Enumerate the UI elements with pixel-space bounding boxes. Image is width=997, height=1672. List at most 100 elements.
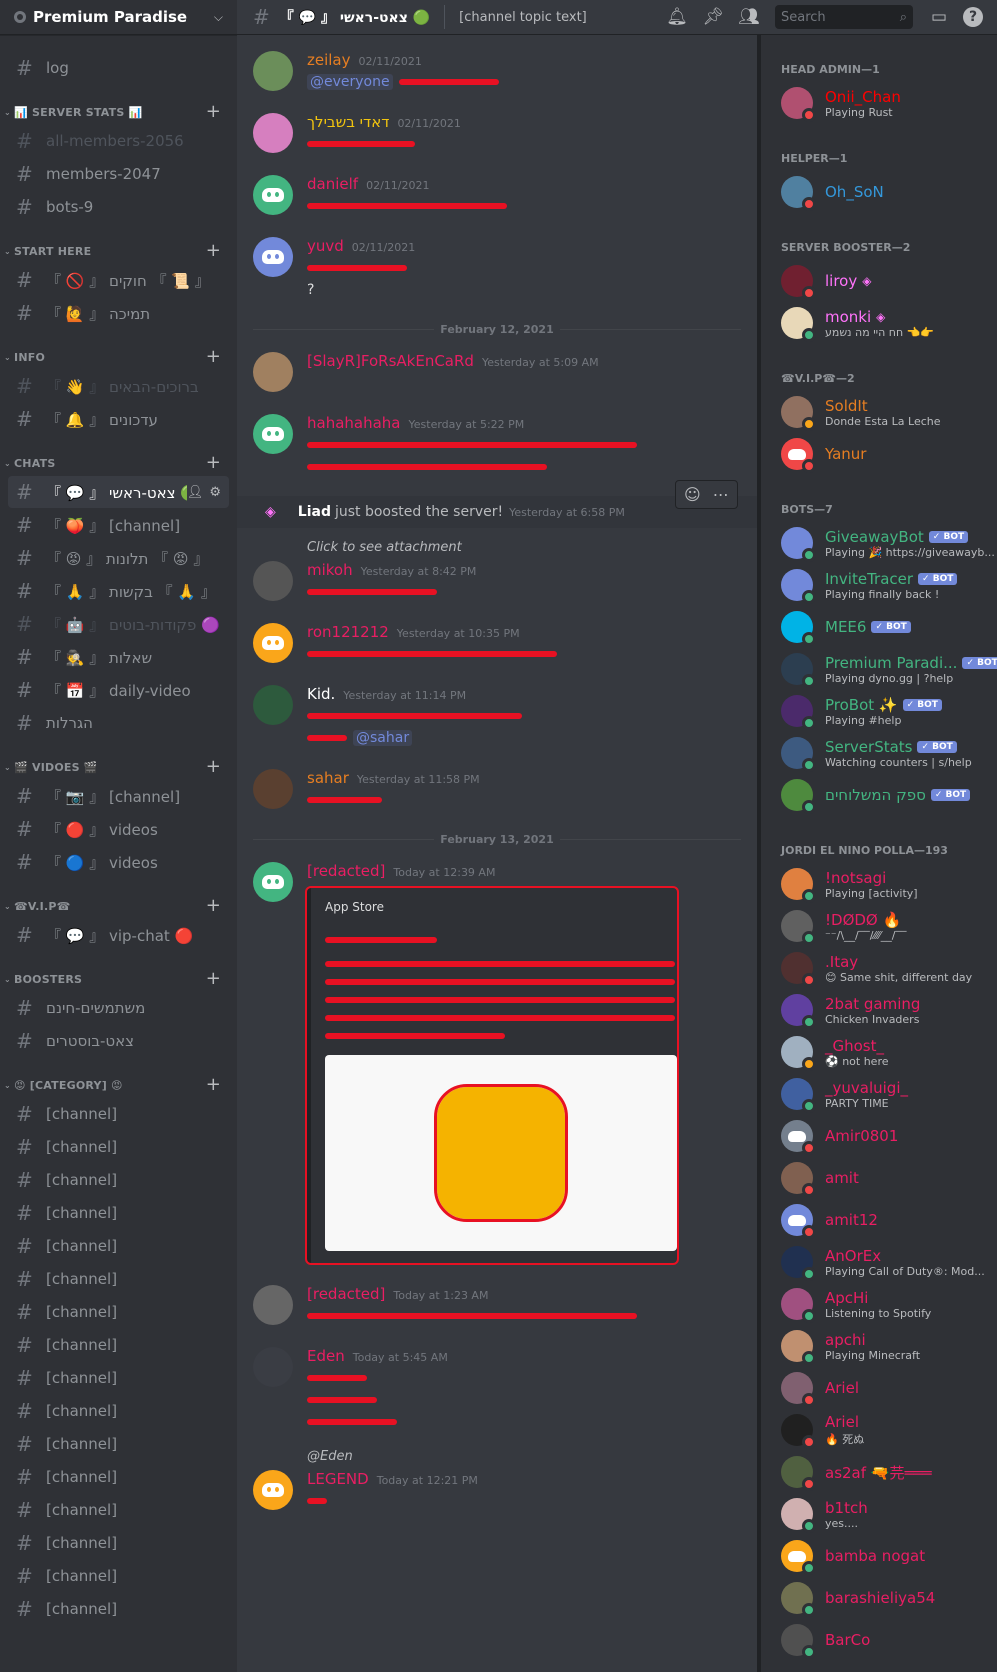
- member-item[interactable]: !notsagi Playing [activity]: [773, 863, 989, 905]
- member-avatar[interactable]: [781, 87, 816, 122]
- user-avatar[interactable]: [253, 862, 293, 902]
- member-item[interactable]: apchi Playing Minecraft: [773, 1325, 989, 1367]
- channel-item[interactable]: # 『 🤖 』 פקודות-בוטים 🟣: [8, 608, 229, 640]
- username[interactable]: דאדי בשבילך: [307, 113, 389, 131]
- channel-item[interactable]: # [channel]: [8, 1428, 229, 1460]
- member-item[interactable]: amit: [773, 1157, 989, 1199]
- chevron-down-icon[interactable]: ⌵: [214, 10, 223, 25]
- add-reaction-icon[interactable]: ☺︎: [684, 485, 701, 504]
- member-avatar[interactable]: [781, 1624, 816, 1659]
- channel-item[interactable]: # משתמשים-חינם: [8, 992, 229, 1024]
- user-avatar[interactable]: [253, 623, 293, 663]
- member-avatar[interactable]: [781, 1456, 816, 1491]
- member-avatar[interactable]: [781, 1162, 816, 1197]
- create-channel-icon[interactable]: +: [206, 897, 221, 915]
- member-avatar[interactable]: [781, 868, 816, 903]
- member-avatar[interactable]: [781, 1120, 816, 1155]
- member-avatar[interactable]: [781, 994, 816, 1029]
- member-item[interactable]: Premium Paradi... ✓ BOT Playing dyno.gg | …: [773, 648, 997, 690]
- member-item[interactable]: ApcHi Listening to Spotify: [773, 1283, 989, 1325]
- member-item[interactable]: b1tch yes....: [773, 1493, 989, 1535]
- member-item[interactable]: MEE6 ✓ BOT: [773, 606, 989, 648]
- create-channel-icon[interactable]: +: [206, 758, 221, 776]
- channel-category[interactable]: ⌄ 🎬 VIDOES 🎬 +: [0, 755, 237, 779]
- channel-category[interactable]: ⌄ 📊 SERVER STATS 📊 +: [0, 100, 237, 124]
- member-item[interactable]: ספק המשלוחים ✓ BOT: [773, 774, 989, 816]
- username[interactable]: [SlayR]FoRsAkEnCaRd: [307, 352, 474, 370]
- channel-item[interactable]: # [channel]: [8, 1362, 229, 1394]
- channel-item[interactable]: # 『 🕵️ 』 שאלות: [8, 641, 229, 673]
- channel-item[interactable]: # הגרלות: [8, 707, 229, 739]
- channel-item[interactable]: # [channel]: [8, 1131, 229, 1163]
- create-channel-icon[interactable]: +: [206, 1076, 221, 1094]
- user-avatar[interactable]: [253, 1285, 293, 1325]
- username[interactable]: [redacted]: [307, 1285, 385, 1303]
- channel-item[interactable]: # [channel]: [8, 1230, 229, 1262]
- username[interactable]: [redacted]: [307, 862, 385, 880]
- channel-item[interactable]: # 『 💬 』 צאט-ראשי 🟢👤︎ ⚙: [8, 476, 229, 508]
- channel-category[interactable]: ⌄ ☎V.I.P☎ +: [0, 894, 237, 918]
- member-item[interactable]: .Itay 😊 Same shit, different day: [773, 947, 989, 989]
- member-avatar[interactable]: [781, 910, 816, 945]
- pin-icon[interactable]: 📌︎: [701, 5, 725, 29]
- member-avatar[interactable]: [781, 1204, 816, 1239]
- member-item[interactable]: BarCo: [773, 1619, 989, 1661]
- channel-category[interactable]: ⌄ BOOSTERS +: [0, 967, 237, 991]
- username[interactable]: LEGEND: [307, 1470, 369, 1488]
- member-avatar[interactable]: [781, 1246, 816, 1281]
- channel-item[interactable]: # [channel]: [8, 1593, 229, 1625]
- embed-title[interactable]: [325, 928, 663, 947]
- channel-item[interactable]: # 『 🔵 』 videos: [8, 846, 229, 878]
- member-avatar[interactable]: [781, 779, 816, 814]
- channel-category[interactable]: ⌄ 😡 [category] 😡 +: [0, 1073, 237, 1097]
- member-list-icon[interactable]: 👥︎: [737, 5, 761, 29]
- username[interactable]: mikoh: [307, 561, 353, 579]
- guild-header[interactable]: Premium Paradise ⌵: [0, 0, 237, 35]
- scrollbar[interactable]: [757, 35, 765, 1672]
- member-item[interactable]: GiveawayBot ✓ BOT Playing 🎉 https://giveaw…: [773, 522, 995, 564]
- user-avatar[interactable]: [253, 237, 293, 277]
- member-item[interactable]: Yanur: [773, 433, 989, 475]
- member-item[interactable]: barashieliya54: [773, 1577, 989, 1619]
- member-item[interactable]: 2bat gaming Chicken Invaders: [773, 989, 989, 1031]
- channel-item[interactable]: # [channel]: [8, 1296, 229, 1328]
- channel-item[interactable]: # [channel]: [8, 1494, 229, 1526]
- channel-item[interactable]: # bots-9: [8, 191, 229, 223]
- reply-preview[interactable]: Click to see attachment: [307, 540, 757, 555]
- channel-item[interactable]: # 『 🚫 』 חוקים 『 📜 』: [8, 264, 229, 296]
- mention[interactable]: @everyone: [307, 74, 393, 90]
- channel-item[interactable]: # 『 🙋 』 תמיכה: [8, 297, 229, 329]
- member-avatar[interactable]: [781, 1414, 816, 1449]
- member-avatar[interactable]: [781, 1036, 816, 1071]
- member-avatar[interactable]: [781, 527, 816, 562]
- inbox-icon[interactable]: ▭: [927, 5, 951, 29]
- member-avatar[interactable]: [781, 695, 816, 730]
- username[interactable]: Eden: [307, 1347, 345, 1365]
- member-avatar[interactable]: [781, 265, 816, 300]
- username[interactable]: yuvd: [307, 237, 344, 255]
- channel-item[interactable]: # 『 🍑 』 [channel]: [8, 509, 229, 541]
- channel-item[interactable]: # log: [8, 52, 229, 84]
- reply-preview[interactable]: @Eden: [307, 1449, 757, 1464]
- member-avatar[interactable]: [781, 1330, 816, 1365]
- user-avatar[interactable]: [253, 352, 293, 392]
- member-item[interactable]: as2af 🔫芫═══: [773, 1451, 989, 1493]
- mention[interactable]: @sahar: [353, 730, 413, 746]
- embed-image[interactable]: [325, 1055, 677, 1251]
- member-avatar[interactable]: [781, 1372, 816, 1407]
- member-avatar[interactable]: [781, 1498, 816, 1533]
- member-item[interactable]: Oh_SoN: [773, 171, 989, 213]
- more-options-icon[interactable]: ⋯: [713, 485, 729, 504]
- create-channel-icon[interactable]: +: [206, 970, 221, 988]
- channel-item[interactable]: # 『 📷 』 [channel]: [8, 780, 229, 812]
- create-channel-icon[interactable]: +: [206, 454, 221, 472]
- member-avatar[interactable]: [781, 396, 816, 431]
- create-channel-icon[interactable]: +: [206, 242, 221, 260]
- member-item[interactable]: _Ghost_ ⚽ not here: [773, 1031, 989, 1073]
- member-avatar[interactable]: [781, 569, 816, 604]
- username[interactable]: ron121212: [307, 623, 389, 641]
- channel-item[interactable]: # [channel]: [8, 1560, 229, 1592]
- channel-item[interactable]: # members-2047: [8, 158, 229, 190]
- member-avatar[interactable]: [781, 653, 816, 688]
- member-avatar[interactable]: [781, 611, 816, 646]
